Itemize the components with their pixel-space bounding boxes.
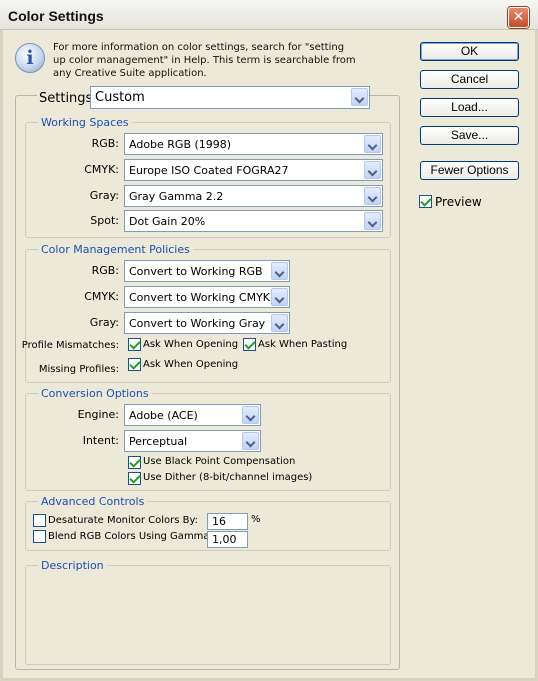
- info-icon: i: [15, 43, 45, 73]
- chevron-down-icon[interactable]: [364, 161, 381, 179]
- preview-checkbox[interactable]: [419, 195, 432, 208]
- preview-label: Preview: [435, 195, 482, 209]
- working-spaces-title: Working Spaces: [38, 116, 132, 129]
- intent-value: Perceptual: [129, 435, 188, 448]
- policy-cmyk-label: CMYK:: [84, 290, 119, 303]
- ws-rgb-value: Adobe RGB (1998): [129, 138, 232, 151]
- profile-mismatches-label: Profile Mismatches:: [21, 340, 119, 351]
- chevron-down-icon[interactable]: [364, 212, 381, 230]
- chevron-down-icon[interactable]: [242, 432, 259, 450]
- ws-rgb-label: RGB:: [91, 137, 119, 150]
- desaturate-checkbox[interactable]: [33, 514, 46, 527]
- dither-checkbox[interactable]: [128, 472, 141, 485]
- policy-gray-value: Convert to Working Gray: [129, 317, 266, 330]
- conversion-title: Conversion Options: [38, 387, 152, 400]
- chevron-down-icon[interactable]: [364, 187, 381, 205]
- engine-dropdown[interactable]: Adobe (ACE): [124, 404, 261, 426]
- blend-gamma-input[interactable]: 1,00: [207, 531, 248, 548]
- window-title: Color Settings: [8, 8, 104, 24]
- dither-label: Use Dither (8-bit/channel images): [143, 472, 313, 483]
- blend-label: Blend RGB Colors Using Gamma:: [48, 531, 213, 542]
- chevron-down-icon[interactable]: [271, 314, 288, 332]
- load-button[interactable]: Load...: [420, 98, 519, 117]
- intent-dropdown[interactable]: Perceptual: [124, 430, 261, 452]
- policy-rgb-label: RGB:: [91, 264, 119, 277]
- ws-gray-value: Gray Gamma 2.2: [129, 190, 224, 203]
- description-title: Description: [38, 559, 107, 572]
- ok-button[interactable]: OK: [420, 42, 519, 61]
- ws-spot-label: Spot:: [90, 214, 119, 227]
- engine-label: Engine:: [77, 408, 119, 421]
- mismatch-ask-opening-label: Ask When Opening: [143, 339, 239, 350]
- save-button[interactable]: Save...: [420, 126, 519, 145]
- chevron-down-icon[interactable]: [351, 88, 368, 106]
- policy-gray-dropdown[interactable]: Convert to Working Gray: [124, 312, 290, 334]
- ws-cmyk-label: CMYK:: [84, 163, 119, 176]
- ws-spot-dropdown[interactable]: Dot Gain 20%: [124, 210, 383, 232]
- desaturate-label: Desaturate Monitor Colors By:: [48, 515, 199, 526]
- settings-value: Custom: [95, 90, 145, 105]
- fewer-options-button[interactable]: Fewer Options: [420, 161, 519, 180]
- policy-cmyk-value: Convert to Working CMYK: [129, 291, 270, 304]
- close-button[interactable]: ✕: [508, 7, 529, 28]
- missing-profiles-label: Missing Profiles:: [38, 364, 119, 375]
- policy-gray-label: Gray:: [89, 316, 119, 329]
- chevron-down-icon[interactable]: [242, 406, 259, 424]
- mismatch-ask-pasting-label: Ask When Pasting: [258, 339, 348, 350]
- mismatch-ask-opening-checkbox[interactable]: [128, 338, 141, 351]
- desaturate-input[interactable]: 16: [207, 513, 248, 530]
- chevron-down-icon[interactable]: [271, 262, 288, 280]
- engine-value: Adobe (ACE): [129, 409, 198, 422]
- info-text: For more information on color settings, …: [53, 42, 356, 79]
- percent-label: %: [251, 514, 261, 525]
- policy-cmyk-dropdown[interactable]: Convert to Working CMYK: [124, 286, 290, 308]
- missing-ask-opening-label: Ask When Opening: [143, 359, 239, 370]
- black-point-label: Use Black Point Compensation: [143, 456, 296, 467]
- cancel-button[interactable]: Cancel: [420, 70, 519, 89]
- ws-gray-label: Gray:: [89, 189, 119, 202]
- policy-rgb-value: Convert to Working RGB: [129, 265, 263, 278]
- missing-ask-opening-checkbox[interactable]: [128, 358, 141, 371]
- intent-label: Intent:: [82, 434, 119, 447]
- chevron-down-icon[interactable]: [364, 135, 381, 153]
- advanced-title: Advanced Controls: [38, 495, 148, 508]
- chevron-down-icon[interactable]: [271, 288, 288, 306]
- description-group: [25, 565, 391, 665]
- mismatch-ask-pasting-checkbox[interactable]: [243, 338, 256, 351]
- settings-dropdown[interactable]: Custom: [90, 86, 370, 109]
- black-point-checkbox[interactable]: [128, 456, 141, 469]
- ws-rgb-dropdown[interactable]: Adobe RGB (1998): [124, 133, 383, 155]
- blend-checkbox[interactable]: [33, 530, 46, 543]
- policies-title: Color Management Policies: [38, 243, 193, 256]
- ws-cmyk-value: Europe ISO Coated FOGRA27: [129, 164, 289, 177]
- policy-rgb-dropdown[interactable]: Convert to Working RGB: [124, 260, 290, 282]
- ws-spot-value: Dot Gain 20%: [129, 215, 206, 228]
- ws-gray-dropdown[interactable]: Gray Gamma 2.2: [124, 185, 383, 207]
- ws-cmyk-dropdown[interactable]: Europe ISO Coated FOGRA27: [124, 159, 383, 181]
